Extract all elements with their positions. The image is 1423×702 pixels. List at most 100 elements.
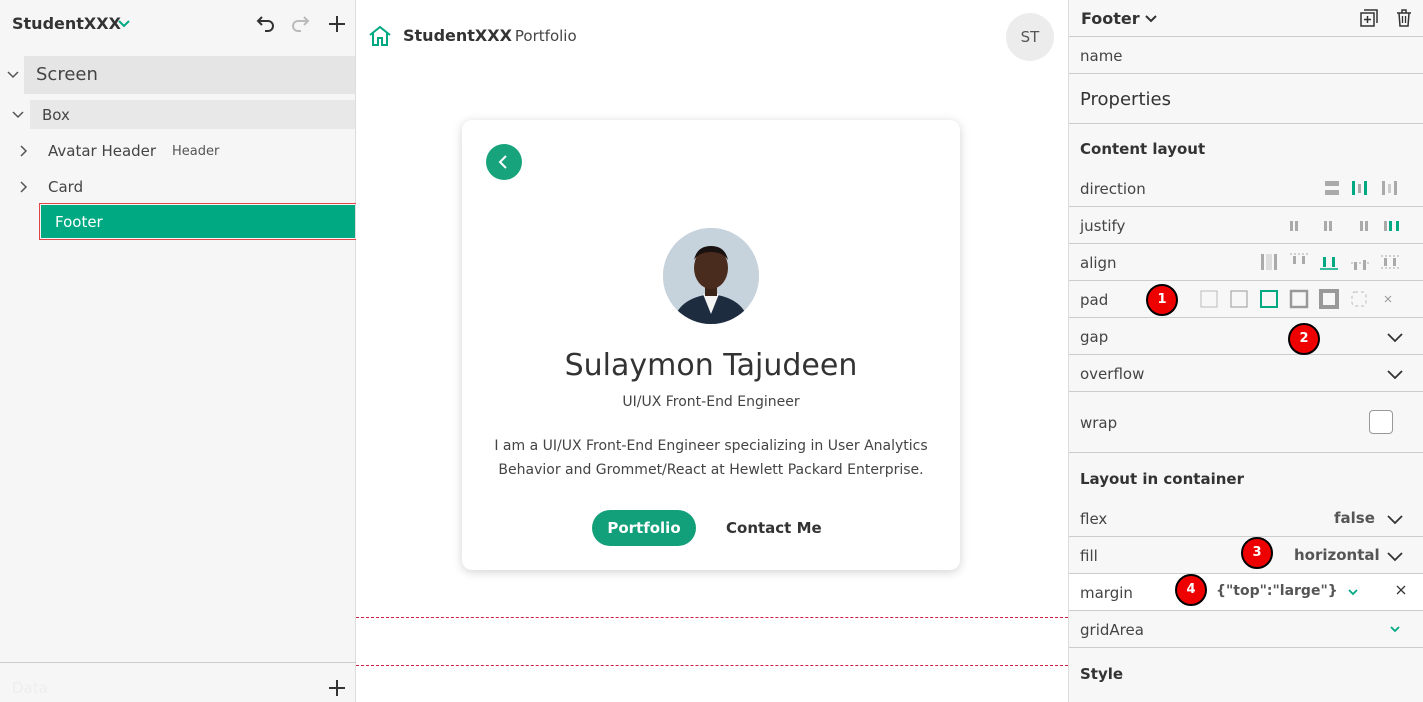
grid-area-row[interactable]: gridArea [1069, 611, 1423, 648]
tree-item-box[interactable]: Box [0, 100, 356, 130]
justify-between-icon[interactable] [1382, 217, 1402, 235]
pad-label: pad [1080, 291, 1109, 309]
chevron-down-icon[interactable] [1386, 365, 1404, 383]
data-section: Data [0, 662, 356, 702]
clear-icon[interactable] [1394, 583, 1408, 597]
profile-photo [663, 228, 759, 324]
chevron-down-icon[interactable] [1387, 621, 1403, 637]
style-title: Style [1080, 665, 1124, 683]
tree-item-label: Footer [55, 213, 103, 231]
grid-area-label: gridArea [1080, 621, 1144, 639]
redo-icon[interactable] [289, 12, 313, 36]
tree-item-card[interactable]: Card [0, 172, 356, 202]
annotation-badge-3: 3 [1241, 537, 1273, 569]
chevron-down-icon[interactable] [116, 16, 132, 32]
direction-column-icon[interactable] [1323, 179, 1341, 197]
layout-in-container-header: Layout in container [1069, 452, 1423, 500]
pad-clear-icon[interactable] [1381, 292, 1395, 306]
footer-outline-bottom [356, 665, 1068, 666]
pad-none-icon[interactable] [1199, 289, 1219, 309]
wrap-label: wrap [1080, 414, 1118, 432]
layout-in-container-title: Layout in container [1080, 470, 1244, 488]
name-row[interactable]: name [1069, 37, 1423, 74]
contact-me-button[interactable]: Contact Me [726, 510, 826, 546]
pad-medium-icon[interactable] [1289, 289, 1309, 309]
justify-label: justify [1080, 217, 1126, 235]
pad-row: pad 1 [1069, 281, 1423, 318]
chevron-right-icon[interactable] [17, 144, 31, 158]
align-baseline-icon[interactable] [1380, 252, 1400, 272]
align-center-icon[interactable] [1319, 252, 1339, 272]
chevron-down-icon[interactable] [11, 108, 25, 122]
justify-end-icon[interactable] [1352, 217, 1370, 235]
flex-value: false [1334, 509, 1375, 527]
margin-label: margin [1080, 584, 1133, 602]
chevron-down-icon[interactable] [1386, 510, 1404, 528]
component-title[interactable]: Footer [1081, 9, 1140, 28]
fill-label: fill [1080, 547, 1098, 565]
pad-custom-icon[interactable] [1349, 289, 1369, 309]
annotation-badge-1: 1 [1146, 284, 1178, 316]
design-canvas: StudentXXX Portfolio ST Sulaymon Tajudeen… [356, 0, 1068, 702]
profile-card: Sulaymon Tajudeen UI/UX Front-End Engine… [462, 120, 960, 570]
avatar[interactable]: ST [1006, 13, 1054, 61]
wrap-checkbox[interactable] [1369, 410, 1393, 434]
align-label: align [1080, 254, 1117, 272]
justify-row: justify [1069, 207, 1423, 244]
home-icon[interactable] [368, 24, 392, 48]
add-data-icon[interactable] [326, 677, 348, 699]
pad-small-icon[interactable] [1259, 289, 1279, 309]
align-stretch-icon[interactable] [1259, 252, 1279, 272]
profile-name: Sulaymon Tajudeen [564, 348, 858, 383]
flex-row[interactable]: flex false [1069, 500, 1423, 537]
direction-row-icon[interactable] [1350, 179, 1370, 197]
chevron-down-icon[interactable] [1345, 584, 1361, 600]
chevron-down-icon[interactable] [6, 68, 20, 82]
tree-item-avatar-header[interactable]: Avatar Header Header [0, 136, 356, 166]
align-start-icon[interactable] [1289, 252, 1309, 272]
chevron-right-icon[interactable] [17, 180, 31, 194]
direction-row: direction [1069, 169, 1423, 207]
name-label: name [1080, 47, 1123, 65]
tree-item-label: Card [48, 178, 84, 196]
pad-large-icon[interactable] [1319, 289, 1339, 309]
chevron-down-icon[interactable] [1386, 547, 1404, 565]
tree-item-label: Avatar Header [48, 142, 157, 160]
content-layout-title: Content layout [1080, 140, 1206, 158]
undo-icon[interactable] [253, 12, 277, 36]
style-header: Style [1069, 648, 1423, 702]
align-end-icon[interactable] [1350, 252, 1370, 272]
profile-bio: I am a UI/UX Front-End Engineer speciali… [494, 438, 928, 478]
chevron-down-icon[interactable] [1143, 11, 1159, 27]
direction-row-responsive-icon[interactable] [1380, 179, 1400, 197]
trash-icon[interactable] [1394, 8, 1414, 28]
annotation-badge-4: 4 [1175, 574, 1207, 606]
project-name[interactable]: StudentXXX [12, 14, 121, 33]
properties-header: Properties [1069, 74, 1423, 124]
content-layout-header: Content layout [1069, 124, 1423, 169]
tree-item-box-bg [30, 100, 355, 129]
tree-item-footer[interactable]: Footer [39, 203, 357, 240]
margin-row[interactable]: margin 4 {"top":"large"} [1069, 574, 1423, 611]
profile-photo-image [663, 228, 759, 324]
profile-role: UI/UX Front-End Engineer [622, 394, 800, 410]
brand-suffix: Portfolio [514, 27, 577, 45]
pad-xsmall-icon[interactable] [1229, 289, 1249, 309]
tree-item-tag: Header [172, 144, 220, 159]
overflow-row[interactable]: overflow [1069, 355, 1423, 392]
fill-value: horizontal [1294, 546, 1380, 564]
portfolio-button[interactable]: Portfolio [592, 510, 696, 546]
duplicate-icon[interactable] [1359, 8, 1379, 28]
fill-row[interactable]: fill 3 horizontal [1069, 537, 1423, 574]
brand[interactable]: StudentXXX Portfolio [403, 26, 577, 45]
flex-label: flex [1080, 510, 1108, 528]
gap-row[interactable]: gap 2 [1069, 318, 1423, 355]
justify-start-icon[interactable] [1288, 217, 1306, 235]
back-button[interactable] [486, 144, 522, 180]
properties-panel: Footer name Properties Content layout di… [1068, 0, 1423, 702]
tree-item-screen[interactable]: Screen [0, 56, 356, 94]
chevron-down-icon[interactable] [1386, 328, 1404, 346]
chevron-left-icon [498, 155, 507, 169]
justify-center-icon[interactable] [1319, 217, 1337, 235]
add-icon[interactable] [325, 12, 349, 36]
